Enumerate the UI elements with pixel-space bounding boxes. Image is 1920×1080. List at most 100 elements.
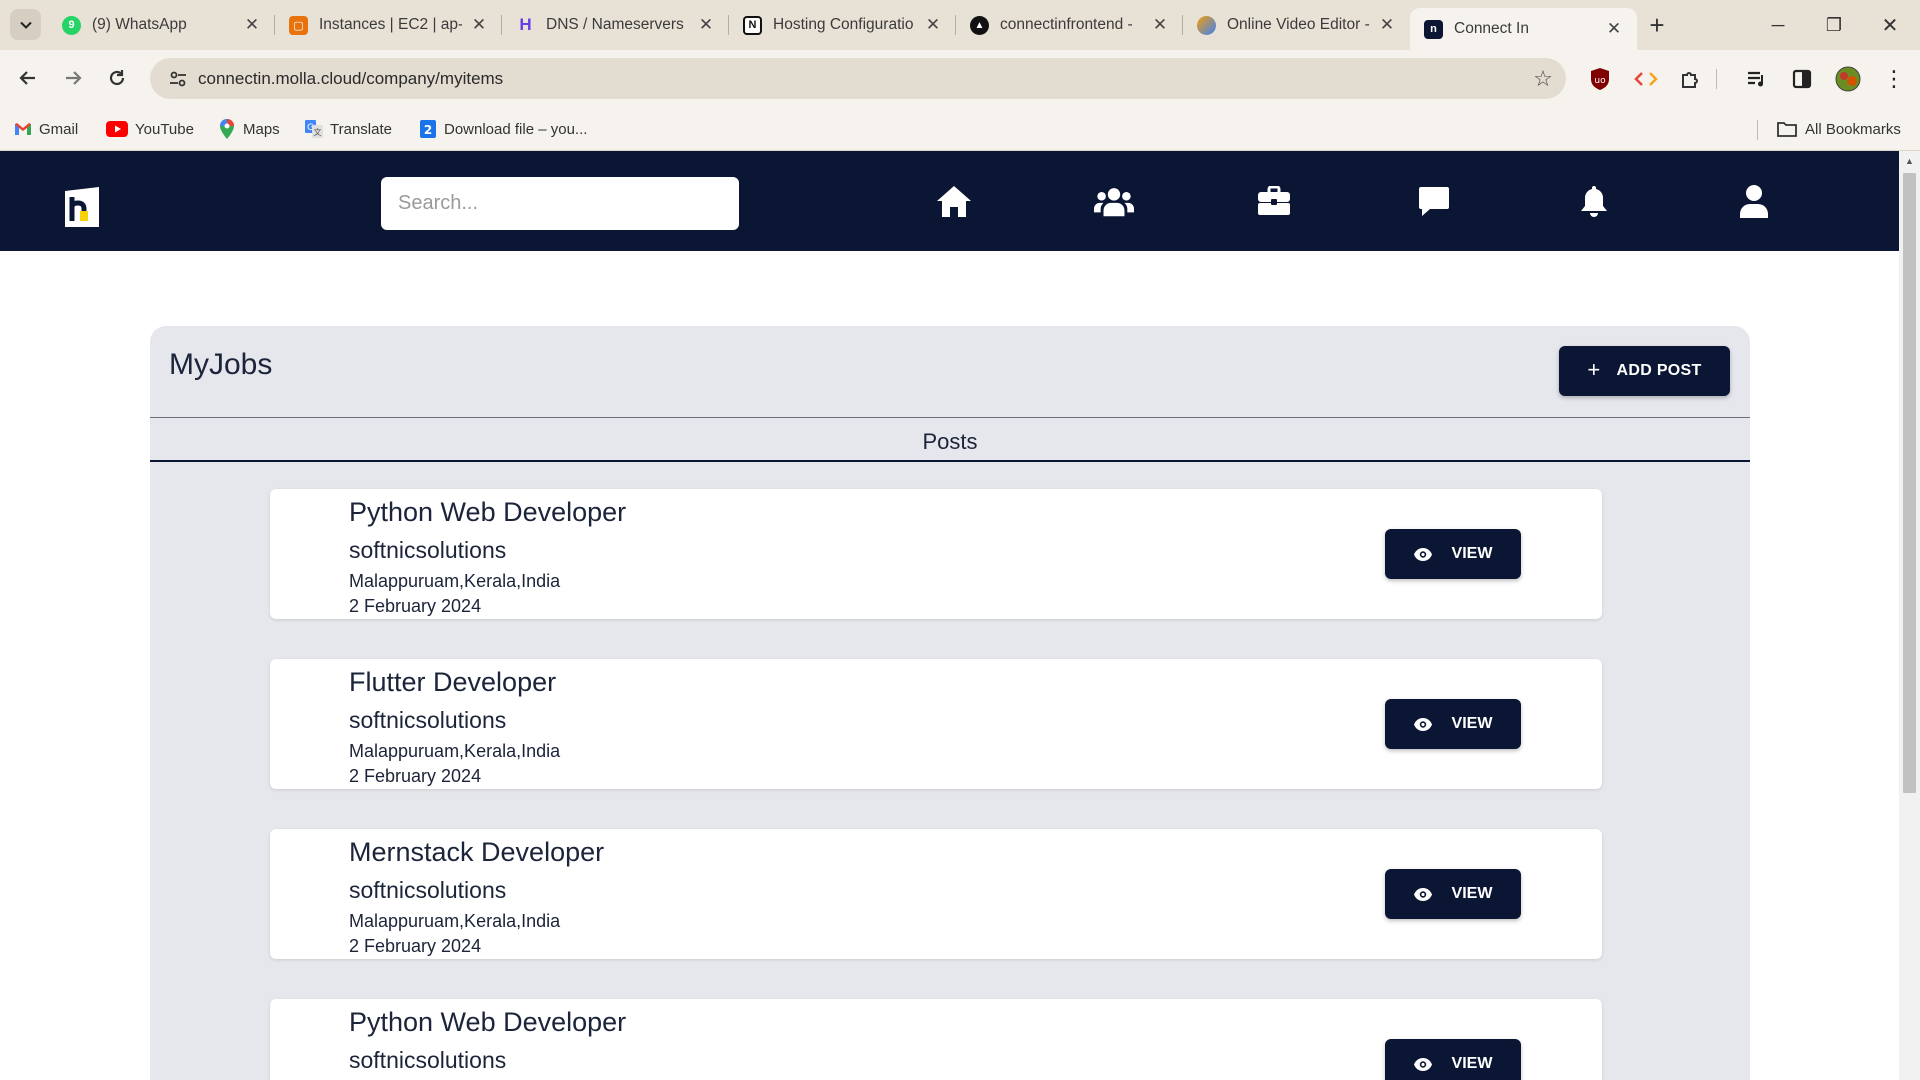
notion-icon: N [743, 15, 762, 35]
scroll-thumb[interactable] [1903, 173, 1916, 793]
browser-tab-active[interactable]: n Connect In ✕ [1410, 8, 1637, 50]
browser-tab[interactable]: 9 (9) WhatsApp ✕ [48, 0, 275, 50]
job-card: Python Web Developer softnicsolutions Ma… [270, 489, 1602, 619]
view-button[interactable]: VIEW [1385, 1039, 1521, 1080]
page-content: MyJobs + ADD POST Posts Python Web Devel… [0, 151, 1920, 1080]
view-button[interactable]: VIEW [1385, 699, 1521, 749]
bookmark-maps[interactable]: Maps [218, 118, 280, 140]
extensions-puzzle-icon[interactable] [1677, 65, 1705, 93]
tab-title: Connect In [1454, 20, 1529, 37]
bookmark-translate[interactable]: G文 Translate [305, 118, 392, 140]
reload-button[interactable] [99, 60, 135, 96]
close-icon[interactable]: ✕ [924, 15, 942, 35]
job-card: Mernstack Developer softnicsolutions Mal… [270, 829, 1602, 959]
chevron-down-icon [19, 21, 32, 29]
scroll-up-arrow-icon[interactable]: ▲ [1899, 151, 1920, 171]
close-icon[interactable]: ✕ [1151, 15, 1169, 35]
view-label: VIEW [1451, 1055, 1493, 1072]
browser-tab[interactable]: N Hosting Configuratio ✕ [729, 0, 956, 50]
whatsapp-icon: 9 [62, 15, 81, 35]
aws-ec2-icon: ▢ [289, 15, 308, 35]
tab-title: Online Video Editor - [1227, 16, 1370, 33]
jobs-briefcase-icon[interactable] [1254, 181, 1294, 221]
close-icon[interactable]: ✕ [1605, 19, 1623, 39]
job-title: Python Web Developer [349, 497, 627, 527]
youtube-icon [106, 120, 128, 138]
browser-tab[interactable]: H DNS / Nameservers | ✕ [502, 0, 729, 50]
translate-icon: G文 [305, 120, 323, 138]
myjobs-panel: MyJobs + ADD POST Posts Python Web Devel… [150, 326, 1750, 1080]
close-icon[interactable]: ✕ [470, 15, 488, 35]
browser-tab[interactable]: ▢ Instances | EC2 | ap-s ✕ [275, 0, 502, 50]
side-panel-icon[interactable] [1788, 65, 1816, 93]
connectin-icon: n [1424, 19, 1443, 39]
media-control-icon[interactable] [1743, 65, 1771, 93]
vercel-icon: ▲ [970, 15, 989, 35]
bookmark-star-icon[interactable]: ☆ [1520, 66, 1566, 92]
forward-button[interactable] [55, 60, 91, 96]
profile-user-icon[interactable] [1734, 181, 1774, 221]
job-location: Malappuruam,Kerala,India [349, 911, 561, 931]
tab-search-button[interactable] [10, 9, 41, 40]
site-info-icon[interactable] [158, 70, 198, 88]
back-button[interactable] [10, 60, 46, 96]
view-label: VIEW [1451, 545, 1493, 562]
job-title: Flutter Developer [349, 667, 557, 697]
job-date: 2 February 2024 [349, 936, 482, 956]
close-window-button[interactable]: ✕ [1862, 0, 1918, 50]
connectin-logo[interactable] [63, 187, 101, 227]
job-date: 2 February 2024 [349, 596, 482, 616]
address-bar[interactable]: connectin.molla.cloud/company/myitems ☆ [150, 58, 1566, 99]
browser-tab[interactable]: ▲ connectinfrontend - ✕ [956, 0, 1183, 50]
view-button[interactable]: VIEW [1385, 869, 1521, 919]
close-icon[interactable]: ✕ [1378, 15, 1396, 35]
view-label: VIEW [1451, 885, 1493, 902]
eye-icon [1413, 887, 1432, 901]
maps-icon [218, 119, 236, 139]
url-text: connectin.molla.cloud/company/myitems [198, 68, 504, 88]
bookmarks-bar: Gmail YouTube Maps G文 Translate 2 Downlo… [0, 107, 1920, 151]
close-icon[interactable]: ✕ [697, 15, 715, 35]
hostinger-icon: H [519, 15, 532, 34]
view-label: VIEW [1451, 715, 1493, 732]
job-title: Python Web Developer [349, 1007, 627, 1037]
new-tab-button[interactable]: + [1637, 0, 1677, 50]
minimize-button[interactable]: ─ [1750, 0, 1806, 50]
menu-kebab-icon[interactable]: ⋮ [1880, 65, 1908, 93]
search-input[interactable] [381, 177, 739, 230]
company-name: softnicsolutions [349, 877, 507, 903]
add-post-button[interactable]: + ADD POST [1559, 346, 1730, 396]
page-scrollbar[interactable]: ▲ [1899, 151, 1920, 1080]
job-location: Malappuruam,Kerala,India [349, 571, 561, 591]
network-icon[interactable] [1094, 181, 1134, 221]
avatar[interactable] [1834, 65, 1862, 93]
tab-title: Instances | EC2 | ap-s [319, 16, 462, 33]
browser-tab[interactable]: Online Video Editor - ✕ [1183, 0, 1410, 50]
bookmark-label: Translate [330, 120, 392, 138]
company-name: softnicsolutions [349, 707, 507, 733]
notifications-bell-icon[interactable] [1574, 181, 1614, 221]
job-title: Mernstack Developer [349, 837, 605, 867]
eye-icon [1413, 717, 1432, 731]
bookmark-gmail[interactable]: Gmail [14, 118, 78, 140]
job-card: Flutter Developer softnicsolutions Malap… [270, 659, 1602, 789]
company-name: softnicsolutions [349, 537, 507, 563]
tab-posts[interactable]: Posts [150, 429, 1750, 455]
view-button[interactable]: VIEW [1385, 529, 1521, 579]
add-post-label: ADD POST [1616, 362, 1702, 379]
bookmark-download-file[interactable]: 2 Download file – you... [419, 118, 587, 140]
browser-tabs: 9 (9) WhatsApp ✕ ▢ Instances | EC2 | ap-… [48, 0, 1677, 50]
restore-button[interactable]: ❐ [1806, 0, 1862, 50]
all-bookmarks-button[interactable]: All Bookmarks [1776, 118, 1901, 140]
code-extension-icon[interactable] [1632, 65, 1660, 93]
close-icon[interactable]: ✕ [243, 15, 261, 35]
company-name: softnicsolutions [349, 1047, 507, 1073]
svg-text:2: 2 [424, 123, 432, 137]
home-icon[interactable] [934, 181, 974, 221]
page-title: MyJobs [169, 348, 273, 381]
tab-title: DNS / Nameservers | [546, 16, 689, 33]
bookmark-youtube[interactable]: YouTube [106, 118, 194, 140]
tab-underline [150, 460, 1750, 462]
ublock-icon[interactable]: uo [1586, 65, 1614, 93]
messages-icon[interactable] [1414, 181, 1454, 221]
